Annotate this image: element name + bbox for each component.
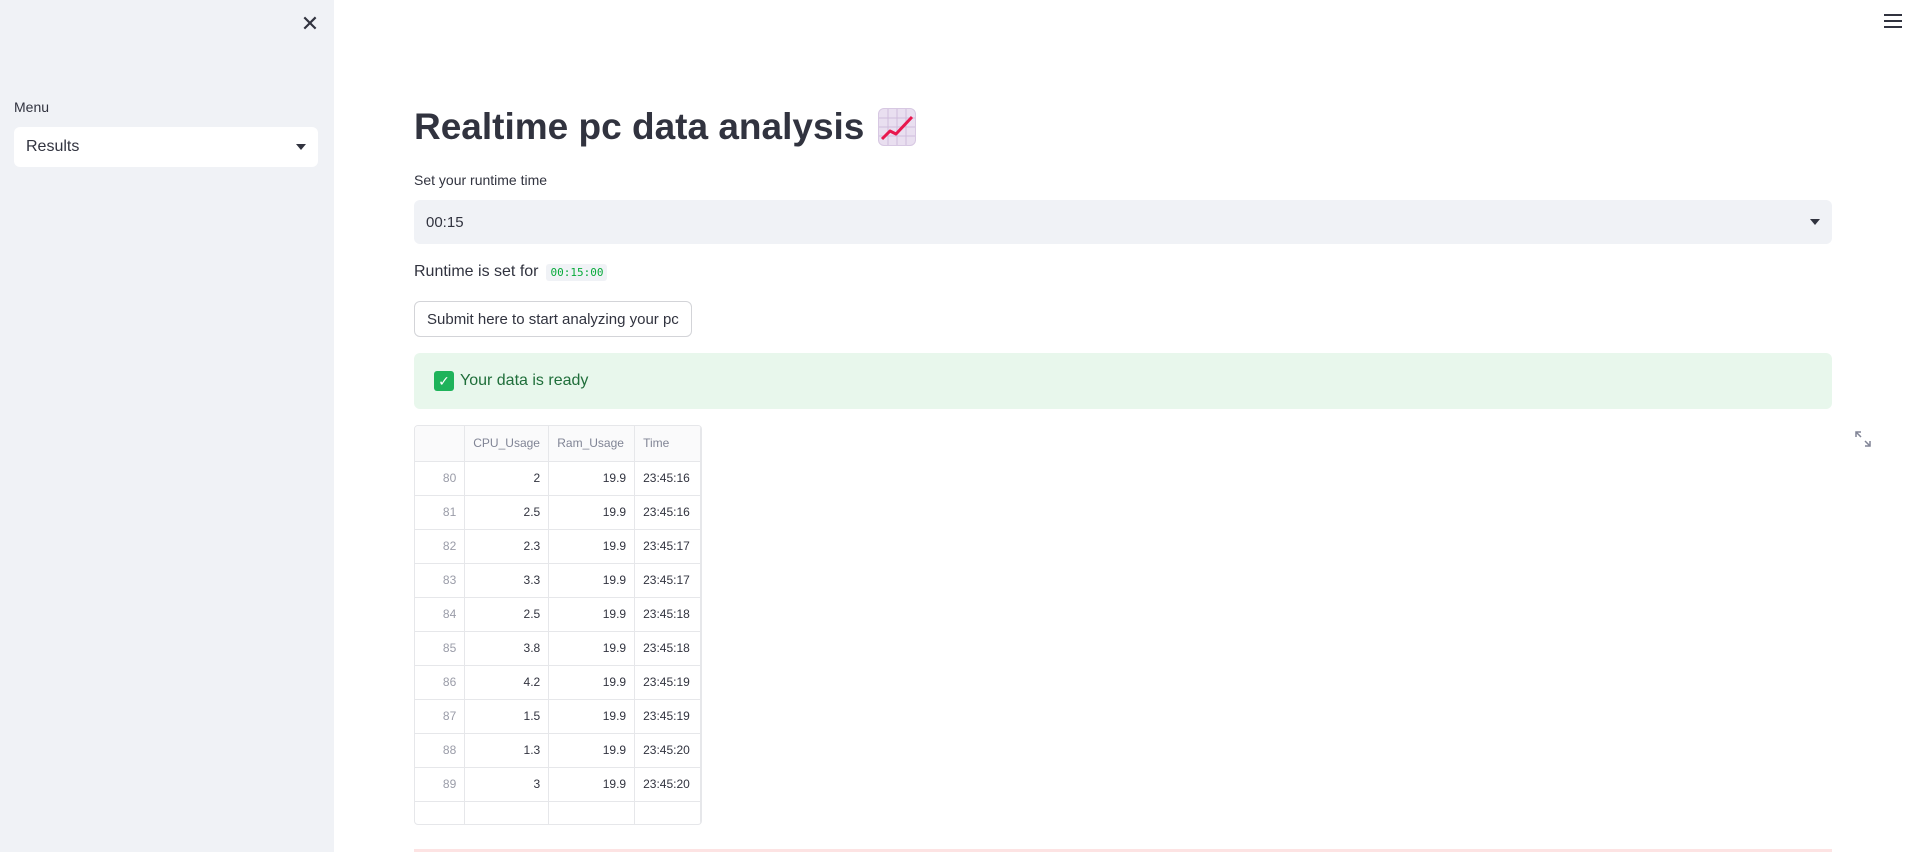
row-index: 89 [415,767,466,802]
cell-ram-usage[interactable]: 19.9 [548,733,636,768]
column-header-cpu-usage[interactable]: CPU_Usage [464,426,550,462]
menu-select-value: Results [26,138,80,155]
success-alert: ✓ Your data is ready [414,353,1832,409]
runtime-label: Set your runtime time [414,172,548,188]
table-row: 89 3 19.9 23:45:20 [415,767,701,802]
cell-ram-usage[interactable]: 19.9 [548,597,636,632]
runtime-select-value: 00:15 [426,213,464,231]
cell-time[interactable]: 23:45:19 [634,665,701,700]
cell-time[interactable]: 23:45:18 [634,597,701,632]
chevron-down-icon [1810,219,1820,225]
row-index [415,801,466,824]
table-row: 88 1.3 19.9 23:45:20 [415,733,701,768]
cell-ram-usage[interactable]: 19.9 [548,767,636,802]
cell-time[interactable]: 23:45:20 [634,767,701,802]
page-title: Realtime pc data analysis [414,106,917,148]
row-index: 82 [415,529,466,564]
runtime-info-value: 00:15:00 [546,263,608,281]
main-content: Realtime pc data analysis Set your runti… [414,0,1871,852]
table-row: 81 2.5 19.9 23:45:16 [415,495,701,530]
chevron-down-icon [296,144,306,150]
column-header-ram-usage[interactable]: Ram_Usage [548,426,636,462]
cell-time[interactable]: 23:45:16 [634,495,701,530]
cell-cpu-usage[interactable]: 1.5 [464,699,550,734]
row-index: 87 [415,699,466,734]
cell-cpu-usage[interactable]: 2 [464,461,550,496]
table-row: 83 3.3 19.9 23:45:17 [415,563,701,598]
cell-time[interactable]: 23:45:19 [634,699,701,734]
cell-cpu-usage[interactable]: 2.3 [464,529,550,564]
cell-time[interactable]: 23:45:17 [634,529,701,564]
data-table[interactable]: CPU_Usage Ram_Usage Time 80 2 19.9 23:45… [414,425,702,825]
table-row-partial [415,801,701,824]
close-icon[interactable]: ✕ [298,11,322,36]
table-row: 82 2.3 19.9 23:45:17 [415,529,701,564]
cell-cpu-usage[interactable]: 3 [464,767,550,802]
table-header-row: CPU_Usage Ram_Usage Time [415,426,701,462]
cell-ram-usage[interactable]: 19.9 [548,495,636,530]
page-title-text: Realtime pc data analysis [414,106,865,147]
cell-time[interactable]: 23:45:17 [634,563,701,598]
success-message: Your data is ready [460,372,589,389]
cell-ram-usage [548,801,636,824]
runtime-info-text: Runtime is set for [414,263,539,280]
chart-increasing-icon [878,108,917,146]
runtime-info: Runtime is set for 00:15:00 [414,263,608,281]
row-index: 85 [415,631,466,666]
table-row: 85 3.8 19.9 23:45:18 [415,631,701,666]
row-index: 80 [415,461,466,496]
row-index: 88 [415,733,466,768]
cell-cpu-usage[interactable]: 2.5 [464,495,550,530]
sidebar: ✕ Menu Results [0,0,334,852]
submit-button[interactable]: Submit here to start analyzing your pc [414,301,692,337]
table-row: 80 2 19.9 23:45:16 [415,461,701,496]
cell-cpu-usage [464,801,550,824]
cell-time[interactable]: 23:45:20 [634,733,701,768]
cell-time[interactable]: 23:45:16 [634,461,701,496]
cell-cpu-usage[interactable]: 1.3 [464,733,550,768]
table-row: 86 4.2 19.9 23:45:19 [415,665,701,700]
cell-time[interactable]: 23:45:18 [634,631,701,666]
cell-ram-usage[interactable]: 19.9 [548,563,636,598]
menu-label: Menu [14,99,50,115]
check-icon: ✓ [434,371,454,391]
cell-ram-usage[interactable]: 19.9 [548,699,636,734]
row-index: 83 [415,563,466,598]
menu-select[interactable]: Results [14,127,318,167]
row-index: 84 [415,597,466,632]
cell-cpu-usage[interactable]: 2.5 [464,597,550,632]
hamburger-icon[interactable] [1884,14,1902,28]
cell-cpu-usage[interactable]: 4.2 [464,665,550,700]
row-index: 81 [415,495,466,530]
table-row: 84 2.5 19.9 23:45:18 [415,597,701,632]
table-row: 87 1.5 19.9 23:45:19 [415,699,701,734]
cell-ram-usage[interactable]: 19.9 [548,631,636,666]
fullscreen-expand-icon[interactable] [1854,430,1872,448]
cell-time [634,801,701,824]
runtime-select[interactable]: 00:15 [414,200,1832,244]
cell-ram-usage[interactable]: 19.9 [548,529,636,564]
column-header-index[interactable] [415,426,466,462]
cell-cpu-usage[interactable]: 3.8 [464,631,550,666]
cell-ram-usage[interactable]: 19.9 [548,461,636,496]
cell-cpu-usage[interactable]: 3.3 [464,563,550,598]
column-header-time[interactable]: Time [634,426,701,462]
cell-ram-usage[interactable]: 19.9 [548,665,636,700]
row-index: 86 [415,665,466,700]
